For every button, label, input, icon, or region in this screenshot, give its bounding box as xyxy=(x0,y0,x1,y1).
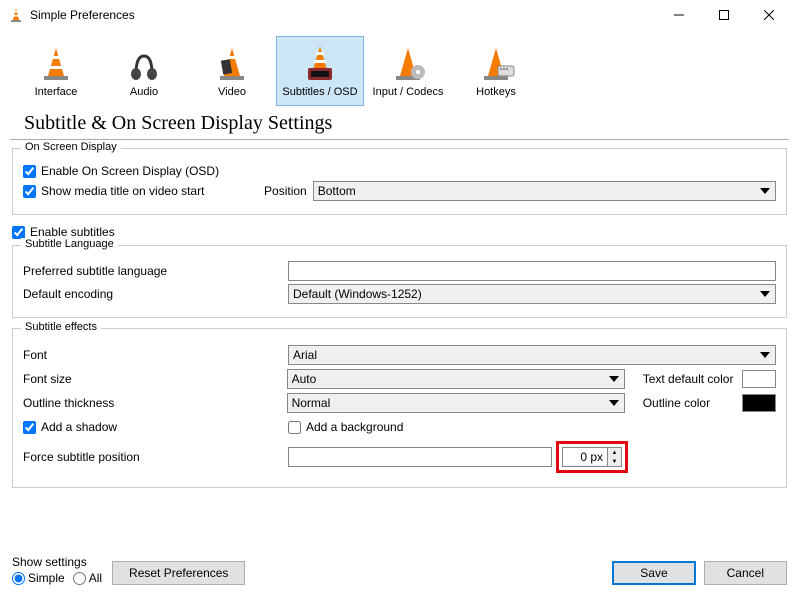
show-settings-simple-radio[interactable]: Simple xyxy=(12,571,65,585)
audio-icon xyxy=(124,44,164,84)
show-settings-label: Show settings xyxy=(12,555,102,569)
video-icon xyxy=(212,44,252,84)
group-title: Subtitle effects xyxy=(21,321,101,333)
font-combo[interactable]: Arial xyxy=(288,345,776,365)
tab-audio[interactable]: Audio xyxy=(100,36,188,106)
font-size-combo[interactable]: Auto xyxy=(287,369,625,389)
enable-subtitles-label: Enable subtitles xyxy=(30,225,115,239)
group-osd: On Screen Display Enable On Screen Displ… xyxy=(12,148,787,215)
interface-icon xyxy=(36,44,76,84)
position-label: Position xyxy=(264,184,307,198)
force-position-text[interactable] xyxy=(288,447,552,467)
hotkeys-icon xyxy=(476,44,516,84)
tab-video[interactable]: Video xyxy=(188,36,276,106)
preferred-language-label: Preferred subtitle language xyxy=(23,264,288,278)
tab-label: Audio xyxy=(130,86,158,98)
add-shadow-checkbox[interactable] xyxy=(23,421,36,434)
tab-label: Hotkeys xyxy=(476,86,516,98)
enable-subtitles-checkbox[interactable] xyxy=(12,226,25,239)
outline-thickness-label: Outline thickness xyxy=(23,396,287,410)
spin-up-icon[interactable]: ▲ xyxy=(608,448,621,457)
page-title: Subtitle & On Screen Display Settings xyxy=(10,108,789,140)
window-title: Simple Preferences xyxy=(30,8,656,22)
cancel-button[interactable]: Cancel xyxy=(704,561,787,585)
group-subtitle-language: Subtitle Language Preferred subtitle lan… xyxy=(12,245,787,318)
save-button[interactable]: Save xyxy=(612,561,695,585)
subtitles-icon xyxy=(300,44,340,84)
text-color-label: Text default color xyxy=(643,372,742,386)
show-media-title-checkbox[interactable] xyxy=(23,185,36,198)
text-color-button[interactable] xyxy=(742,370,776,388)
spin-down-icon[interactable]: ▼ xyxy=(608,457,621,466)
maximize-button[interactable] xyxy=(701,1,746,29)
vlc-cone-icon xyxy=(8,7,24,23)
outline-color-button[interactable] xyxy=(742,394,776,412)
add-background-label: Add a background xyxy=(306,420,403,434)
category-tabs: Interface Audio Video Subtitles / OSD In… xyxy=(0,30,799,106)
default-encoding-label: Default encoding xyxy=(23,287,288,301)
input-codecs-icon xyxy=(388,44,428,84)
highlight-box: 0 px ▲ ▼ xyxy=(556,441,628,473)
force-position-value: 0 px xyxy=(563,450,607,464)
enable-osd-checkbox[interactable] xyxy=(23,165,36,178)
tab-label: Subtitles / OSD xyxy=(282,86,357,98)
close-button[interactable] xyxy=(746,1,791,29)
minimize-button[interactable] xyxy=(656,1,701,29)
tab-label: Input / Codecs xyxy=(373,86,444,98)
tab-interface[interactable]: Interface xyxy=(12,36,100,106)
group-title: Subtitle Language xyxy=(21,238,118,250)
titlebar: Simple Preferences xyxy=(0,0,799,30)
show-media-title-label: Show media title on video start xyxy=(41,184,204,198)
force-position-spinbox[interactable]: 0 px ▲ ▼ xyxy=(562,447,622,467)
font-label: Font xyxy=(23,348,288,362)
tab-subtitles-osd[interactable]: Subtitles / OSD xyxy=(276,36,364,106)
reset-preferences-button[interactable]: Reset Preferences xyxy=(112,561,245,585)
enable-osd-label: Enable On Screen Display (OSD) xyxy=(41,164,219,178)
add-background-checkbox[interactable] xyxy=(288,421,301,434)
show-settings-all-radio[interactable]: All xyxy=(73,571,102,585)
force-subtitle-position-label: Force subtitle position xyxy=(23,450,288,464)
tab-label: Interface xyxy=(35,86,78,98)
group-subtitle-effects: Subtitle effects Font Arial Font size Au… xyxy=(12,328,787,488)
tab-input-codecs[interactable]: Input / Codecs xyxy=(364,36,452,106)
tab-label: Video xyxy=(218,86,246,98)
font-size-label: Font size xyxy=(23,372,287,386)
default-encoding-combo[interactable]: Default (Windows-1252) xyxy=(288,284,776,304)
group-title: On Screen Display xyxy=(21,141,121,153)
outline-color-label: Outline color xyxy=(643,396,742,410)
preferred-language-input[interactable] xyxy=(288,261,776,281)
outline-thickness-combo[interactable]: Normal xyxy=(287,393,625,413)
bottom-bar: Show settings Simple All Reset Preferenc… xyxy=(12,555,787,585)
position-combo[interactable]: Bottom xyxy=(313,181,776,201)
add-shadow-label: Add a shadow xyxy=(41,420,117,434)
tab-hotkeys[interactable]: Hotkeys xyxy=(452,36,540,106)
